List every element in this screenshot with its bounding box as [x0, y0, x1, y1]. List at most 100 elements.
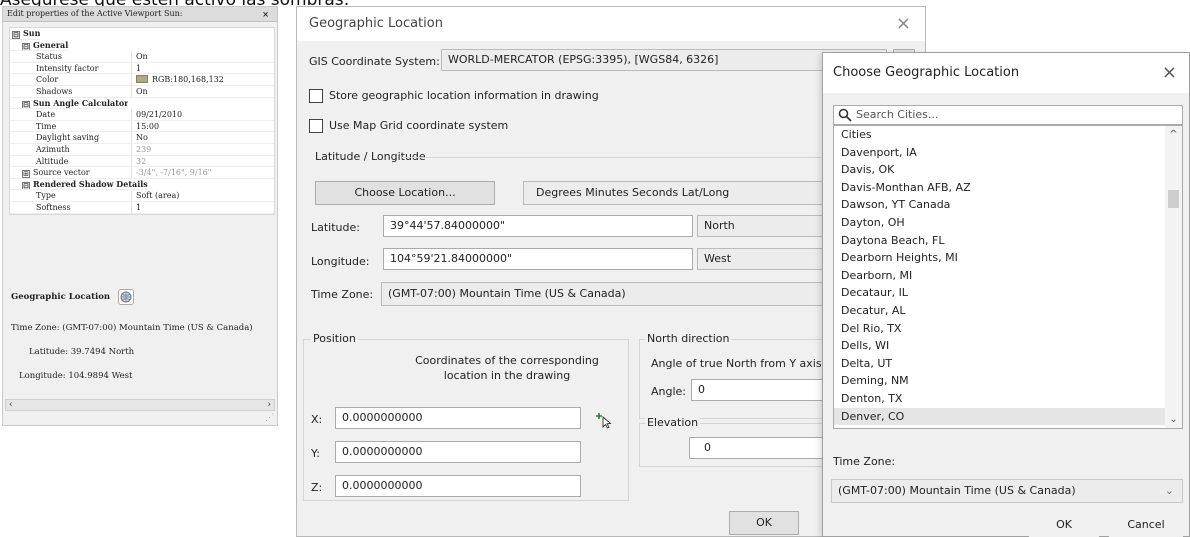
collapse-icon[interactable]: ⊟ — [22, 181, 30, 190]
geo-summary: Geographic Location Time Zone: (GMT-07:0… — [11, 289, 277, 381]
city-search-placeholder: Search Cities... — [856, 108, 939, 121]
scroll-left-icon[interactable]: ‹ — [9, 400, 13, 410]
expand-icon[interactable]: ⊞ — [22, 170, 30, 178]
y-label: Y: — [311, 447, 320, 460]
property-row[interactable]: Shadows On — [10, 85, 274, 98]
city-list-item[interactable]: Deming, NM — [834, 372, 1182, 390]
collapse-icon[interactable]: ⊟ — [12, 31, 20, 39]
city-list-item[interactable]: Delta, UT — [834, 355, 1182, 373]
resize-grip-icon[interactable]: ⋰ — [265, 413, 274, 423]
pick-point-button[interactable] — [593, 409, 613, 429]
angle-label: Angle: — [651, 385, 687, 398]
position-description: Coordinates of the corresponding locatio… — [415, 354, 599, 382]
choose-ok-button[interactable]: OK — [1029, 513, 1099, 537]
city-list-item[interactable]: Dawson, YT Canada — [834, 196, 1182, 214]
city-list-item[interactable]: Dearborn Heights, MI — [834, 249, 1182, 267]
latitude-direction-select[interactable]: North — [697, 215, 823, 237]
property-section[interactable]: ⊟ Sun Angle Calculator — [10, 98, 274, 110]
palette-horizontal-scrollbar[interactable]: ‹ › — [5, 399, 275, 411]
property-value: 09/21/2010 — [136, 110, 183, 120]
property-label: Type — [36, 191, 56, 201]
timezone-label: Time Zone: — [311, 288, 374, 301]
city-list-item[interactable]: Davis, OK — [834, 161, 1182, 179]
property-row[interactable]: Status On — [10, 51, 274, 63]
scroll-right-icon[interactable]: › — [267, 400, 271, 410]
longitude-direction-select[interactable]: West — [697, 248, 823, 270]
z-label: Z: — [311, 481, 323, 494]
property-row[interactable]: Time 15:00 — [10, 120, 274, 133]
property-section[interactable]: ⊟ Rendered Shadow Details — [10, 179, 274, 191]
store-location-checkbox[interactable] — [309, 89, 323, 103]
property-value: No — [136, 133, 148, 143]
gis-label: GIS Coordinate System: — [309, 55, 440, 68]
city-search-input[interactable]: Search Cities... — [833, 105, 1183, 125]
city-list-item[interactable]: Del Rio, TX — [834, 320, 1182, 338]
geo-summary-latitude: Latitude: 39.7494 North — [29, 347, 135, 357]
palette-close-button[interactable]: × — [262, 7, 269, 21]
section-label: Sun Angle Calculator — [33, 97, 129, 108]
timezone-dropdown[interactable]: (GMT-07:00) Mountain Time (US & Canada) — [381, 282, 823, 306]
store-location-label: Store geographic location information in… — [329, 89, 599, 102]
property-row[interactable]: Color RGB:180,168,132 — [10, 74, 274, 86]
longitude-input[interactable]: 104°59'21.84000000" — [383, 248, 693, 270]
latitude-label: Latitude: — [311, 221, 360, 234]
latlong-group-line — [401, 157, 821, 158]
z-coordinate-input[interactable]: 0.0000000000 — [335, 475, 581, 497]
property-row[interactable]: ⊞ Source vector -3/4", -7/16", 9/16" — [10, 167, 274, 179]
choose-location-button[interactable]: Choose Location... — [315, 181, 495, 205]
property-row[interactable]: Daylight saving No — [10, 132, 274, 144]
city-list-item[interactable]: Davenport, IA — [834, 144, 1182, 162]
section-label: Rendered Shadow Details — [33, 178, 148, 189]
scroll-down-icon[interactable]: ⌄ — [1165, 411, 1182, 428]
latitude-input[interactable]: 39°44'57.84000000" — [383, 215, 693, 237]
property-value: 1 — [136, 63, 142, 73]
city-list-item[interactable]: Denver, CO — [834, 407, 1182, 426]
scroll-up-icon[interactable]: ^ — [1165, 126, 1182, 143]
city-list-item[interactable]: Dayton, OH — [834, 214, 1182, 232]
property-label: Color — [36, 75, 59, 85]
property-row[interactable]: Softness 1 — [10, 201, 274, 214]
format-dropdown[interactable]: Degrees Minutes Seconds Lat/Long — [523, 181, 823, 205]
geo-ok-button[interactable]: OK — [729, 511, 799, 535]
city-list-item[interactable]: Denton, TX — [834, 390, 1182, 408]
choose-dialog-close-icon[interactable]: × — [1162, 53, 1177, 93]
color-swatch — [136, 75, 148, 84]
city-list-item[interactable]: Dearborn, MI — [834, 267, 1182, 285]
city-list-scrollbar[interactable]: ^ ⌄ — [1165, 126, 1182, 428]
property-label: Altitude — [36, 156, 69, 166]
longitude-label: Longitude: — [311, 255, 370, 268]
scroll-thumb[interactable] — [1168, 190, 1179, 208]
city-list-item[interactable]: Dells, WI — [834, 337, 1182, 355]
property-row[interactable]: Azimuth 239 — [10, 143, 274, 156]
geo-summary-timezone: Time Zone: (GMT-07:00) Mountain Time (US… — [11, 323, 253, 333]
city-list-item[interactable]: Decatur, AL — [834, 302, 1182, 320]
y-coordinate-input[interactable]: 0.0000000000 — [335, 441, 581, 463]
collapse-icon[interactable]: ⊟ — [22, 42, 30, 51]
property-row[interactable]: Intensity factor 1 — [10, 62, 274, 75]
city-list-item[interactable]: Decataur, IL — [834, 284, 1182, 302]
property-label: Intensity factor — [36, 63, 99, 73]
property-label: Softness — [36, 202, 71, 212]
property-row[interactable]: Date 09/21/2010 — [10, 109, 274, 121]
city-list-item[interactable]: Daytona Beach, FL — [834, 232, 1182, 250]
dialog-close-icon[interactable]: × — [896, 7, 911, 41]
angle-input[interactable]: 0 — [691, 379, 831, 401]
property-section[interactable]: ⊟ Sun — [10, 28, 274, 40]
property-section[interactable]: ⊟ General — [10, 40, 274, 52]
elevation-input[interactable]: 0 — [689, 437, 831, 459]
choose-cancel-button[interactable]: Cancel — [1109, 513, 1183, 537]
city-list-item[interactable]: Davis-Monthan AFB, AZ — [834, 179, 1182, 197]
property-value: 239 — [136, 144, 152, 154]
property-row[interactable]: Altitude 32 — [10, 155, 274, 168]
map-grid-label: Use Map Grid coordinate system — [329, 119, 509, 132]
map-grid-checkbox[interactable] — [309, 119, 323, 133]
city-list[interactable]: Cities Davenport, IA Davis, OK Davis-Montha… — [833, 125, 1183, 429]
collapse-icon[interactable]: ⊟ — [22, 100, 30, 109]
property-value: Soft (area) — [136, 191, 180, 201]
globe-location-button[interactable] — [118, 289, 135, 305]
property-row[interactable]: Type Soft (area) — [10, 190, 274, 202]
position-group-label: Position — [311, 332, 358, 345]
gis-coordinate-system-field[interactable]: WORLD-MERCATOR (EPSG:3395), [WGS84, 6326… — [441, 49, 887, 71]
choose-timezone-dropdown[interactable]: (GMT-07:00) Mountain Time (US & Canada) … — [831, 479, 1183, 503]
x-coordinate-input[interactable]: 0.0000000000 — [335, 407, 581, 429]
